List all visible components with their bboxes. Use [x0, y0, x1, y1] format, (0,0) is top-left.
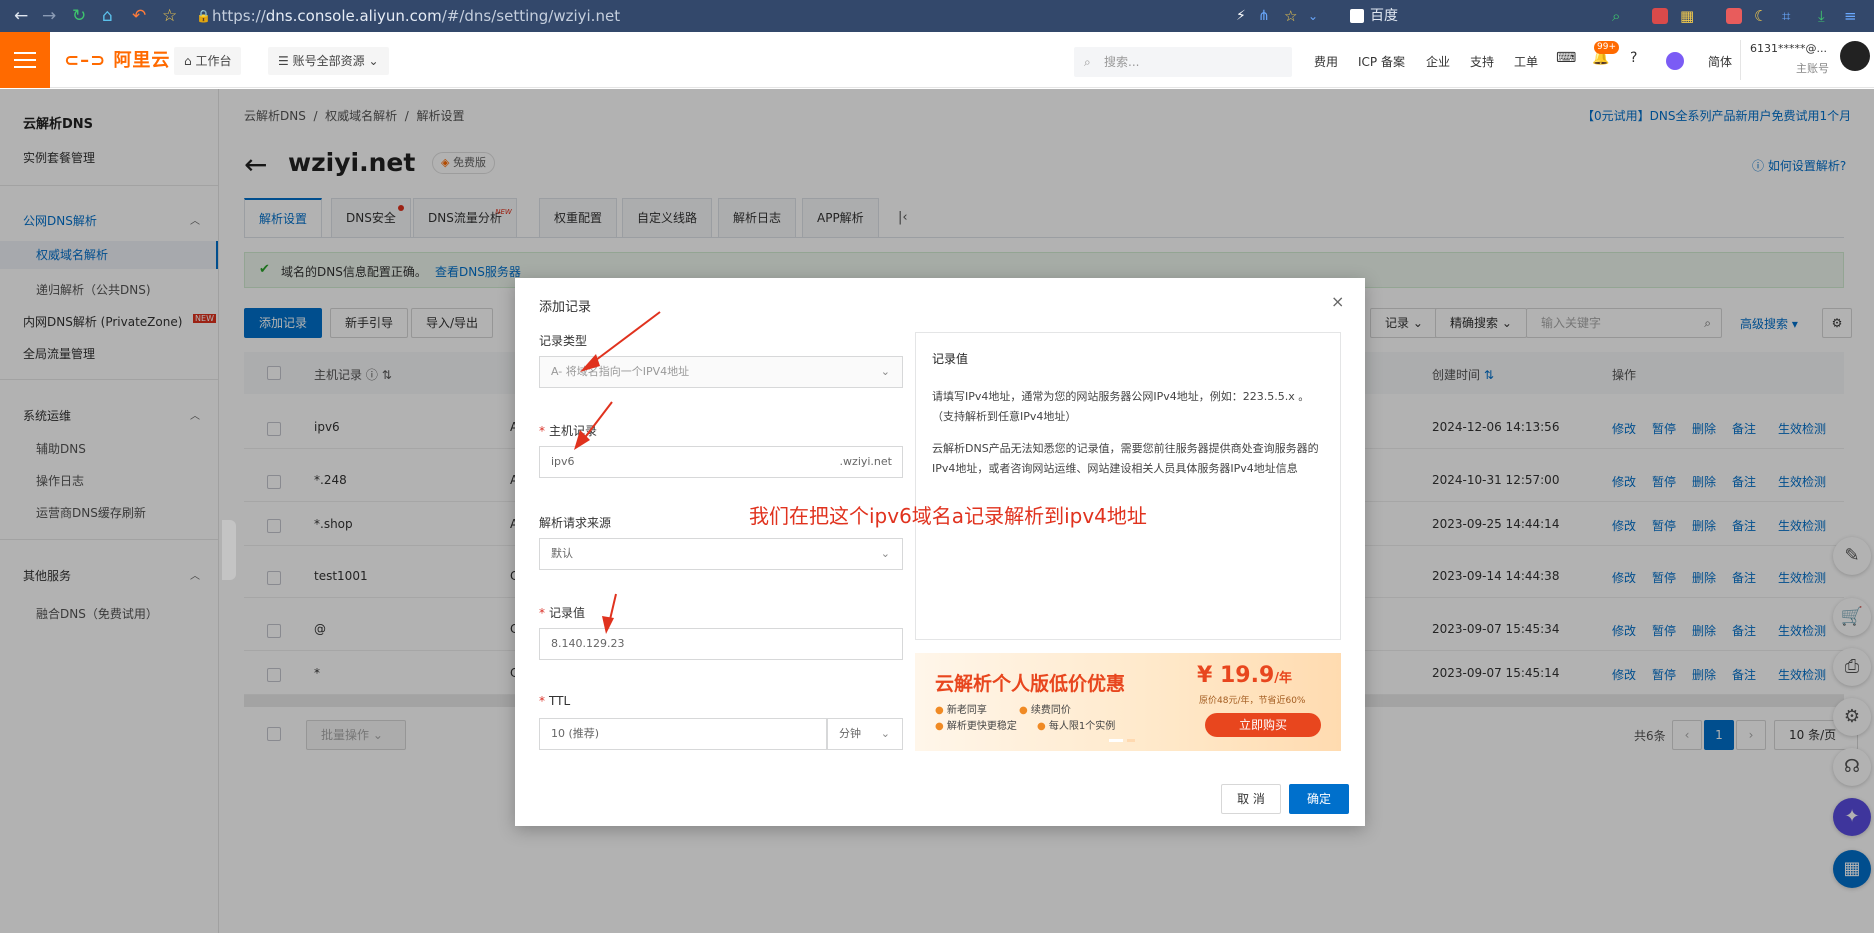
annotation-arrowhead	[602, 616, 614, 634]
annotation-text: 我们在把这个ipv6域名a记录解析到ipv4地址	[749, 504, 1147, 528]
annotation-arrows	[574, 311, 661, 634]
annotation-arrow	[587, 311, 661, 367]
annotation-arrowhead	[580, 354, 600, 372]
